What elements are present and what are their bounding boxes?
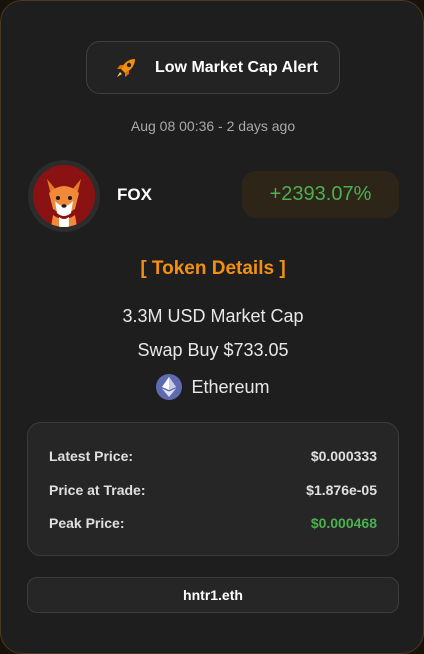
trade-price-label: Price at Trade: — [49, 482, 146, 498]
ethereum-icon — [156, 374, 183, 400]
token-symbol: FOX — [117, 185, 152, 204]
alert-badge: Low Market Cap Alert — [86, 41, 340, 94]
peak-price-label: Peak Price: — [49, 515, 125, 531]
latest-price-label: Latest Price: — [49, 448, 134, 464]
token-details-link[interactable]: [ Token Details ] — [1, 258, 423, 280]
rocket-icon — [113, 55, 139, 81]
peak-price-value: $0.000468 — [310, 515, 377, 531]
price-change-badge: +2393.07% — [242, 171, 399, 218]
chain-row: Ethereum — [1, 374, 423, 400]
market-cap: 3.3M USD Market Cap — [122, 306, 304, 326]
alert-timestamp: Aug 08 00:36 - 2 days ago — [130, 118, 296, 134]
price-table: Latest Price: $0.000333 Price at Trade: … — [27, 422, 399, 556]
chain-name: Ethereum — [191, 376, 270, 397]
latest-price-value: $0.000333 — [310, 448, 377, 464]
fox-avatar-icon — [33, 165, 95, 227]
latest-price-row: Latest Price: $0.000333 — [49, 446, 377, 466]
trade-price-value: $1.876e-05 — [306, 482, 377, 498]
wallet-address[interactable]: hntr1.eth — [27, 577, 399, 613]
token-avatar — [28, 160, 100, 232]
trade-price-row: Price at Trade: $1.876e-05 — [49, 480, 377, 500]
alert-title: Low Market Cap Alert — [155, 58, 318, 76]
swap-buy: Swap Buy $733.05 — [137, 340, 289, 360]
peak-price-row: Peak Price: $0.000468 — [49, 513, 377, 533]
alert-card: Low Market Cap Alert Aug 08 00:36 - 2 da… — [0, 0, 424, 654]
